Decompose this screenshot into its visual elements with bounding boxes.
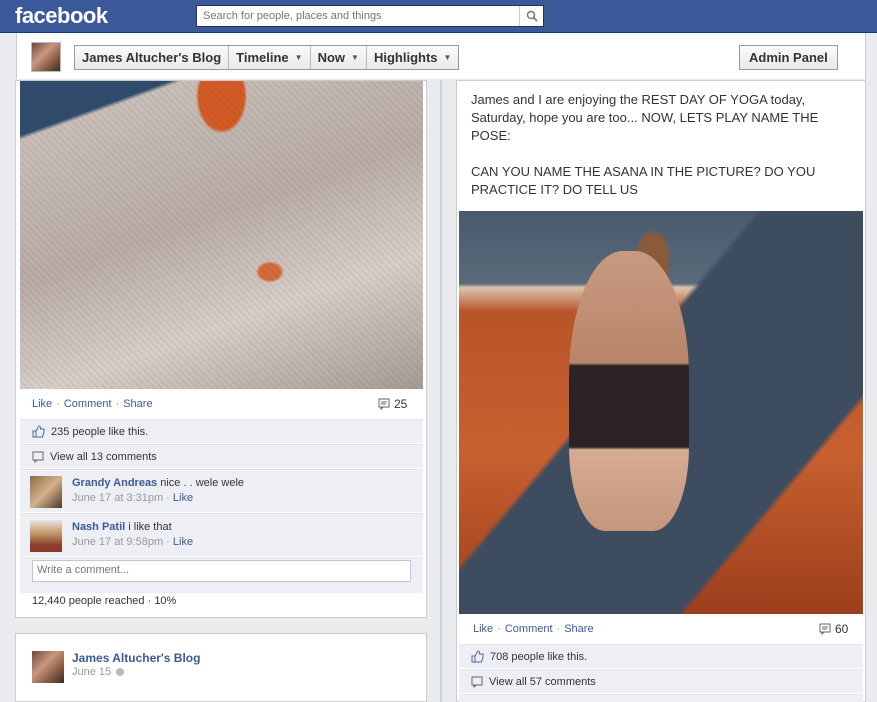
caret-down-icon: ▼: [294, 53, 303, 62]
comment-time[interactable]: June 17 at 9:58pm: [72, 536, 163, 548]
share-link[interactable]: Share: [123, 398, 152, 410]
comment-bubble-icon: [471, 676, 483, 688]
comment-body: Nash Patil i like that June 17 at 9:58pm…: [72, 521, 194, 548]
like-link[interactable]: Like: [32, 398, 52, 410]
comment-like-link[interactable]: Like: [173, 536, 193, 548]
post-image-yoga[interactable]: [459, 211, 863, 614]
commenter-name[interactable]: Nash Patil: [72, 521, 125, 533]
facebook-logo[interactable]: facebook: [15, 3, 108, 29]
view-all-comments-row[interactable]: View all 13 comments: [20, 444, 423, 468]
comment-count[interactable]: 60: [819, 622, 848, 636]
reach-stats[interactable]: 12,440 people reached · 10%: [32, 595, 176, 607]
comment-bubble-icon: [32, 451, 44, 463]
comment-count-value: 25: [394, 397, 408, 411]
post-card-left-2: James Altucher's Blog June 15: [15, 633, 427, 702]
comment-body: Grandy Andreas nice . . wele wele June 1…: [72, 477, 245, 504]
now-label: Now: [317, 50, 346, 65]
comment-bubble-icon: [378, 398, 390, 410]
likes-text[interactable]: 235 people like this.: [51, 426, 148, 438]
highlights-label: Highlights: [373, 50, 438, 65]
post-date-text[interactable]: June 15: [72, 666, 111, 678]
timeline-label: Timeline: [236, 50, 289, 65]
now-button[interactable]: Now ▼: [310, 46, 367, 69]
page-nav: James Altucher's Blog Timeline ▼ Now ▼ Hig…: [74, 45, 460, 70]
post-card-right: James and I are enjoying the REST DAY OF…: [456, 80, 866, 702]
likes-row: 235 people like this.: [20, 419, 423, 443]
likes-row: 708 people like this.: [459, 644, 863, 668]
search-icon: [526, 10, 538, 22]
commenter-avatar[interactable]: [30, 476, 62, 508]
thumbs-up-icon: [32, 425, 45, 438]
comment-count[interactable]: 25: [378, 397, 407, 411]
comment-item: Nash Patil i like that June 17 at 9:58pm…: [20, 513, 423, 556]
view-all-comments-link[interactable]: View all 13 comments: [50, 451, 157, 463]
comments-area: [459, 694, 863, 702]
post-image-artwork[interactable]: [20, 81, 423, 389]
post-actions: Like · Comment · Share: [32, 398, 153, 410]
search-button[interactable]: [519, 6, 543, 26]
admin-panel-button[interactable]: Admin Panel: [739, 45, 838, 70]
page-header: James Altucher's Blog Timeline ▼ Now ▼ Hig…: [16, 33, 866, 79]
post-author-name[interactable]: James Altucher's Blog: [72, 651, 200, 665]
like-link[interactable]: Like: [473, 623, 493, 635]
write-comment-input[interactable]: Write a comment...: [32, 560, 411, 582]
page-avatar[interactable]: [31, 42, 61, 72]
search-box[interactable]: [196, 5, 544, 27]
comment-item: Grandy Andreas nice . . wele wele June 1…: [20, 469, 423, 512]
page-avatar[interactable]: [32, 651, 64, 683]
comment-time[interactable]: June 17 at 3:31pm: [72, 492, 163, 504]
view-all-comments-link[interactable]: View all 57 comments: [489, 676, 596, 688]
post-text: James and I are enjoying the REST DAY OF…: [471, 92, 819, 197]
comment-link[interactable]: Comment: [64, 398, 112, 410]
highlights-button[interactable]: Highlights ▼: [366, 46, 459, 69]
share-link[interactable]: Share: [564, 623, 593, 635]
timeline-divider: [440, 80, 442, 702]
commenter-name[interactable]: Grandy Andreas: [72, 477, 157, 489]
post-card-left: Like · Comment · Share 25 235 people like …: [15, 80, 427, 618]
page-name-label: James Altucher's Blog: [82, 50, 222, 65]
top-bar: facebook: [0, 0, 877, 33]
likes-text[interactable]: 708 people like this.: [490, 651, 587, 663]
caret-down-icon: ▼: [443, 53, 452, 62]
view-all-comments-row[interactable]: View all 57 comments: [459, 669, 863, 693]
comment-link[interactable]: Comment: [505, 623, 553, 635]
commenter-avatar[interactable]: [30, 520, 62, 552]
post-date: June 15: [72, 666, 125, 678]
post-actions: Like · Comment · Share: [473, 623, 594, 635]
comment-like-link[interactable]: Like: [173, 492, 193, 504]
comment-bubble-icon: [819, 623, 831, 635]
comment-text: nice . . wele wele: [160, 477, 245, 489]
timeline-button[interactable]: Timeline ▼: [229, 46, 311, 69]
comment-count-value: 60: [835, 622, 849, 636]
yoga-figure: [569, 251, 689, 531]
page-name-button[interactable]: James Altucher's Blog: [75, 46, 230, 69]
search-input[interactable]: [197, 6, 519, 26]
thumbs-up-icon: [471, 650, 484, 663]
comment-text: i like that: [128, 521, 172, 533]
globe-icon: [116, 668, 125, 676]
caret-down-icon: ▼: [351, 53, 359, 62]
